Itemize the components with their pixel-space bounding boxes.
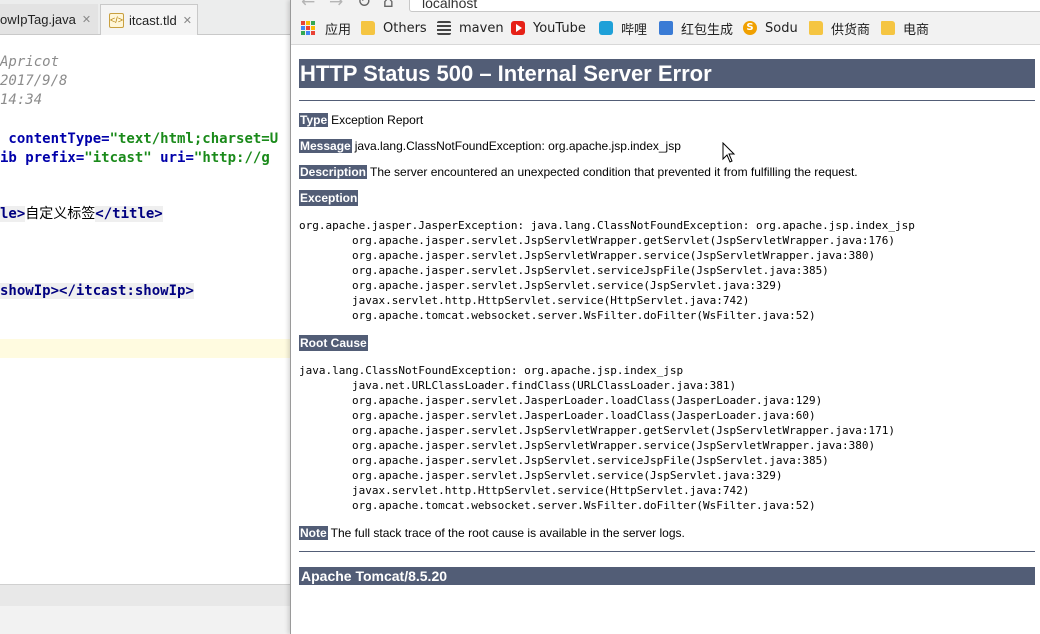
current-line-highlight <box>0 339 290 358</box>
code-tag: </itcast:showIp> <box>59 283 194 299</box>
bookmark-apps[interactable]: 应用 <box>301 19 352 38</box>
home-icon[interactable]: ⌂ <box>383 0 394 12</box>
apps-grid-icon <box>301 21 315 35</box>
bilibili-icon <box>599 21 613 35</box>
bookmark-youtube[interactable]: YouTube <box>511 19 586 37</box>
list-icon <box>437 21 451 35</box>
code-line[interactable]: Apricot <box>0 53 59 72</box>
bookmark-label: 应用 <box>325 22 352 38</box>
comment-date: 2017/9/8 <box>0 73 68 89</box>
message-row: Message java.lang.ClassNotFoundException:… <box>299 138 681 154</box>
note-row: Note The full stack trace of the root cau… <box>299 525 685 541</box>
server-version: Apache Tomcat/8.5.20 <box>301 568 448 584</box>
description-value: The server encountered an unexpected con… <box>370 165 858 179</box>
tab-label: owIpTag.java <box>0 11 76 27</box>
bookmarks-bar: 应用 Others maven YouTube 哔哩 红包生成 S Sodu 供 <box>291 12 1040 45</box>
root-cause-stack-trace: java.lang.ClassNotFoundException: org.ap… <box>299 364 896 512</box>
code-string: "text/html;charset=U <box>109 131 279 147</box>
bookmark-bilibili[interactable]: 哔哩 <box>599 19 648 38</box>
tab-itcast-tld[interactable]: </> itcast.tld ✕ <box>100 4 198 35</box>
message-label: Message <box>299 139 352 153</box>
ide-status-area <box>0 606 290 634</box>
page-title-text: HTTP Status 500 – Internal Server Error <box>300 61 712 86</box>
comment-time: 14:34 <box>0 92 43 108</box>
exception-stack-trace: org.apache.jasper.JasperException: java.… <box>299 219 915 322</box>
description-label: Description <box>299 165 368 179</box>
mouse-cursor-icon <box>722 142 736 163</box>
browser-window: ← → ↻ ⌂ localhost 应用 Others maven YouTub… <box>290 0 1040 634</box>
note-value: The full stack trace of the root cause i… <box>330 526 685 540</box>
type-value: Exception Report <box>331 113 424 127</box>
bookmark-hongbao[interactable]: 红包生成 <box>659 19 734 38</box>
folder-icon <box>881 21 895 35</box>
tab-label: itcast.tld <box>129 12 177 28</box>
code-tag: showIp> <box>0 283 60 299</box>
code-text: 自定义标签 <box>25 206 96 222</box>
message-value: java.lang.ClassNotFoundException: org.ap… <box>354 139 681 153</box>
bookmark-maven[interactable]: maven <box>437 19 504 37</box>
divider <box>299 551 1035 552</box>
code-attr: uri= <box>151 150 194 166</box>
bookmark-label: 哔哩 <box>621 22 648 38</box>
exception-heading: Exception <box>299 190 359 206</box>
description-row: Description The server encountered an une… <box>299 164 858 180</box>
youtube-icon <box>511 21 525 35</box>
ide-scrollbar[interactable] <box>0 584 290 607</box>
folder-icon <box>361 21 375 35</box>
bookmark-label: maven <box>459 20 504 36</box>
address-bar-url: localhost <box>422 0 478 11</box>
bookmark-sodu[interactable]: S Sodu <box>743 19 798 37</box>
comment-author: Apricot <box>0 54 60 70</box>
editor-tab-bar: owIpTag.java ✕ </> itcast.tld ✕ <box>0 0 290 35</box>
close-icon[interactable]: ✕ <box>82 13 91 26</box>
browser-toolbar: ← → ↻ ⌂ localhost <box>291 0 1040 12</box>
code-line[interactable]: le>自定义标签</title> <box>0 205 163 224</box>
code-line[interactable]: showIp></itcast:showIp> <box>0 282 194 301</box>
close-icon[interactable]: ✕ <box>183 14 192 27</box>
sodu-icon: S <box>743 21 757 35</box>
folder-icon <box>809 21 823 35</box>
code-line[interactable]: contentType="text/html;charset=U <box>0 130 278 149</box>
code-attr: prefix= <box>16 150 85 166</box>
bookmark-label: Sodu <box>765 20 798 36</box>
type-row: Type Exception Report <box>299 112 423 128</box>
code-string: "itcast" <box>84 150 152 166</box>
reload-icon[interactable]: ↻ <box>357 0 371 12</box>
bookmark-label: 供货商 <box>831 22 871 38</box>
code-string: "http://g <box>193 150 270 166</box>
forward-arrow-icon[interactable]: → <box>329 0 343 12</box>
code-line[interactable]: 2017/9/8 <box>0 72 67 91</box>
divider <box>299 100 1035 101</box>
bookmark-label: YouTube <box>533 20 586 36</box>
bookmark-label: 红包生成 <box>681 22 734 38</box>
server-footer: Apache Tomcat/8.5.20 <box>299 567 1035 585</box>
page-title: HTTP Status 500 – Internal Server Error <box>299 59 1035 88</box>
code-keyword: ib <box>0 150 17 166</box>
type-label: Type <box>299 113 329 127</box>
code-tag: le> <box>0 206 26 222</box>
root-cause-heading: Root Cause <box>299 335 368 351</box>
bookmark-label: 电商 <box>903 22 930 38</box>
code-attr: contentType= <box>0 131 110 147</box>
ide-editor-panel: owIpTag.java ✕ </> itcast.tld ✕ Apricot … <box>0 0 290 634</box>
bookmark-ecommerce[interactable]: 电商 <box>881 19 930 38</box>
code-tag: </title> <box>95 206 163 222</box>
note-label: Note <box>299 526 328 540</box>
code-line[interactable]: ib prefix="itcast" uri="http://g <box>0 149 270 168</box>
bookmark-others[interactable]: Others <box>361 19 427 37</box>
app-icon <box>659 21 673 35</box>
tab-showiptag-java[interactable]: owIpTag.java ✕ <box>0 4 98 34</box>
tld-file-icon: </> <box>109 12 124 28</box>
bookmark-suppliers[interactable]: 供货商 <box>809 19 871 38</box>
code-line[interactable]: 14:34 <box>0 91 42 110</box>
address-bar[interactable]: localhost <box>409 0 1040 12</box>
back-arrow-icon[interactable]: ← <box>301 0 315 12</box>
bookmark-label: Others <box>383 20 427 36</box>
